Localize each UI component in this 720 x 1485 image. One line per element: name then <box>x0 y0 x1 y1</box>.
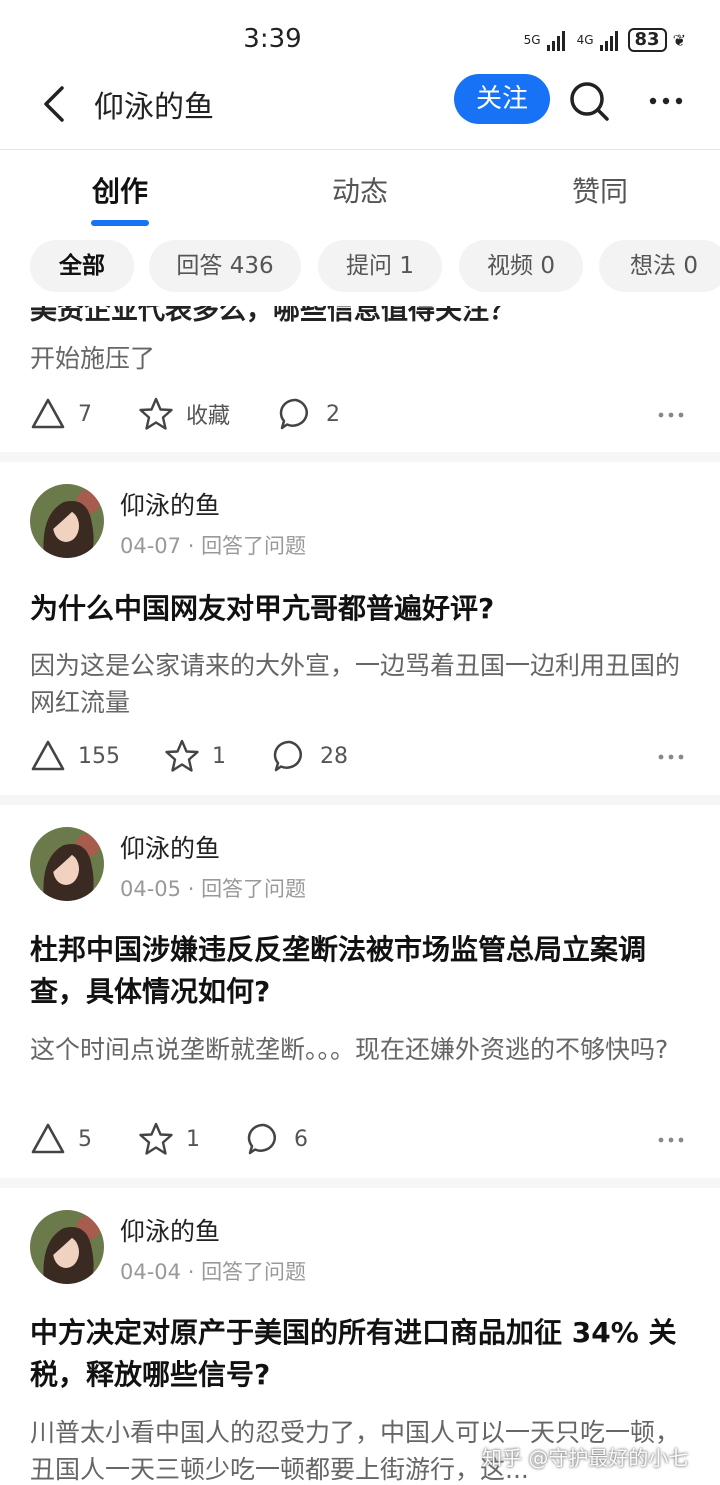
favorite-button[interactable]: 1 <box>164 738 226 774</box>
status-icons: 5G 4G 83 ❦ <box>524 28 686 52</box>
more-options-icon[interactable] <box>658 754 684 760</box>
answer-card[interactable]: 美资企业代表多么，哪些信息值得关注？ 开始施压了 7 收藏 2 <box>0 306 720 452</box>
filter-all[interactable]: 全部 <box>30 240 134 292</box>
filter-bar: 全部 回答 436 提问 1 视频 0 想法 0 <box>0 228 720 306</box>
filter-videos[interactable]: 视频 0 <box>459 240 583 292</box>
answer-card[interactable]: 仰泳的鱼 04-07 · 回答了问题 为什么中国网友对甲亢哥都普遍好评? 因为这… <box>0 462 720 795</box>
comment-button[interactable]: 2 <box>278 396 340 432</box>
upvote-icon <box>31 1123 65 1154</box>
comment-icon <box>247 1123 276 1155</box>
search-icon[interactable] <box>568 80 610 122</box>
author-name[interactable]: 仰泳的鱼 <box>120 486 220 522</box>
favorite-button[interactable]: 收藏 <box>138 396 230 432</box>
author-row[interactable]: 仰泳的鱼 04-07 · 回答了问题 <box>30 484 690 562</box>
filter-answers[interactable]: 回答 436 <box>149 240 301 292</box>
favorite-label: 收藏 <box>186 404 231 429</box>
back-icon[interactable] <box>36 84 76 124</box>
watermark: 知乎 @守护最好的小七 <box>482 1446 689 1470</box>
tab-indicator <box>91 220 149 226</box>
post-meta: 04-07 · 回答了问题 <box>120 534 307 558</box>
filter-thoughts[interactable]: 想法 0 <box>599 240 720 292</box>
post-action: 回答了问题 <box>201 534 307 558</box>
favorite-count: 1 <box>186 1126 200 1152</box>
follow-button[interactable]: 关注 <box>454 74 550 124</box>
post-meta: 04-05 · 回答了问题 <box>120 877 307 901</box>
answer-excerpt[interactable]: 这个时间点说垄断就垄断。。。现在还嫌外资逃的不够快吗? <box>30 1031 680 1068</box>
upvote-button[interactable]: 155 <box>30 738 120 774</box>
action-bar: 7 收藏 2 <box>30 396 690 436</box>
post-action: 回答了问题 <box>201 1260 307 1284</box>
status-bar: 3:39 5G 4G 83 ❦ <box>0 0 720 80</box>
upvote-count: 5 <box>78 1126 92 1152</box>
signal-icon-2 <box>599 29 618 51</box>
tab-upvotes[interactable]: 赞同 <box>480 170 720 210</box>
post-date: 04-07 <box>120 534 182 558</box>
author-name[interactable]: 仰泳的鱼 <box>120 829 220 865</box>
comment-icon <box>273 740 302 772</box>
page-title: 仰泳的鱼 <box>94 90 214 125</box>
question-title[interactable]: 美资企业代表多么，哪些信息值得关注？ <box>30 306 516 327</box>
answer-card[interactable]: 仰泳的鱼 04-05 · 回答了问题 杜邦中国涉嫌违反反垄断法被市场监管总局立案… <box>0 805 720 1178</box>
signal-icon <box>546 29 565 51</box>
question-title[interactable]: 中方决定对原产于美国的所有进口商品加征 34% 关税，释放哪些信号? <box>30 1312 690 1396</box>
answer-excerpt[interactable]: 开始施压了 <box>30 340 680 377</box>
tab-activity[interactable]: 动态 <box>240 170 480 210</box>
status-time: 3:39 <box>243 24 302 54</box>
post-date: 04-04 <box>120 1260 182 1284</box>
comment-count: 6 <box>294 1126 308 1152</box>
battery-level: 83 <box>627 28 667 52</box>
question-title[interactable]: 杜邦中国涉嫌违反反垄断法被市场监管总局立案调查，具体情况如何? <box>30 929 690 1013</box>
author-name[interactable]: 仰泳的鱼 <box>120 1212 220 1248</box>
more-options-icon[interactable] <box>658 1137 684 1143</box>
more-options-icon[interactable] <box>658 412 684 418</box>
action-bar: 155 1 28 <box>30 738 690 778</box>
profile-tabs: 创作 动态 赞同 <box>0 150 720 228</box>
network-4g-label: 4G <box>576 33 594 47</box>
question-title[interactable]: 为什么中国网友对甲亢哥都普遍好评? <box>30 588 690 630</box>
post-meta: 04-04 · 回答了问题 <box>120 1260 307 1284</box>
post-action: 回答了问题 <box>201 877 307 901</box>
avatar[interactable] <box>30 484 104 558</box>
upvote-button[interactable]: 5 <box>30 1121 92 1157</box>
star-icon <box>139 1122 173 1155</box>
upvote-icon <box>31 740 65 771</box>
action-bar: 5 1 6 <box>30 1121 690 1161</box>
post-date: 04-05 <box>120 877 182 901</box>
answer-excerpt[interactable]: 因为这是公家请来的大外宣，一边骂着丑国一边利用丑国的网红流量 <box>30 647 680 721</box>
filter-questions[interactable]: 提问 1 <box>318 240 442 292</box>
upvote-icon <box>31 398 65 429</box>
upvote-count: 155 <box>78 743 120 769</box>
upvote-count: 7 <box>78 401 92 427</box>
comment-count: 2 <box>326 401 340 427</box>
favorite-count: 1 <box>212 743 226 769</box>
comment-button[interactable]: 6 <box>246 1121 308 1157</box>
comment-button[interactable]: 28 <box>272 738 348 774</box>
author-row[interactable]: 仰泳的鱼 04-04 · 回答了问题 <box>30 1210 690 1288</box>
star-icon <box>139 397 173 430</box>
answer-card[interactable]: 仰泳的鱼 04-04 · 回答了问题 中方决定对原产于美国的所有进口商品加征 3… <box>0 1188 720 1485</box>
author-row[interactable]: 仰泳的鱼 04-05 · 回答了问题 <box>30 827 690 905</box>
more-icon[interactable] <box>648 96 684 106</box>
nav-bar: 仰泳的鱼 关注 <box>0 74 720 150</box>
avatar[interactable] <box>30 827 104 901</box>
avatar[interactable] <box>30 1210 104 1284</box>
star-icon <box>165 739 199 772</box>
leaf-icon: ❦ <box>672 30 686 50</box>
favorite-button[interactable]: 1 <box>138 1121 200 1157</box>
tab-creation[interactable]: 创作 <box>0 170 240 210</box>
comment-count: 28 <box>320 743 348 769</box>
comment-icon <box>279 398 308 430</box>
network-5g-label: 5G <box>523 33 541 47</box>
upvote-button[interactable]: 7 <box>30 396 92 432</box>
